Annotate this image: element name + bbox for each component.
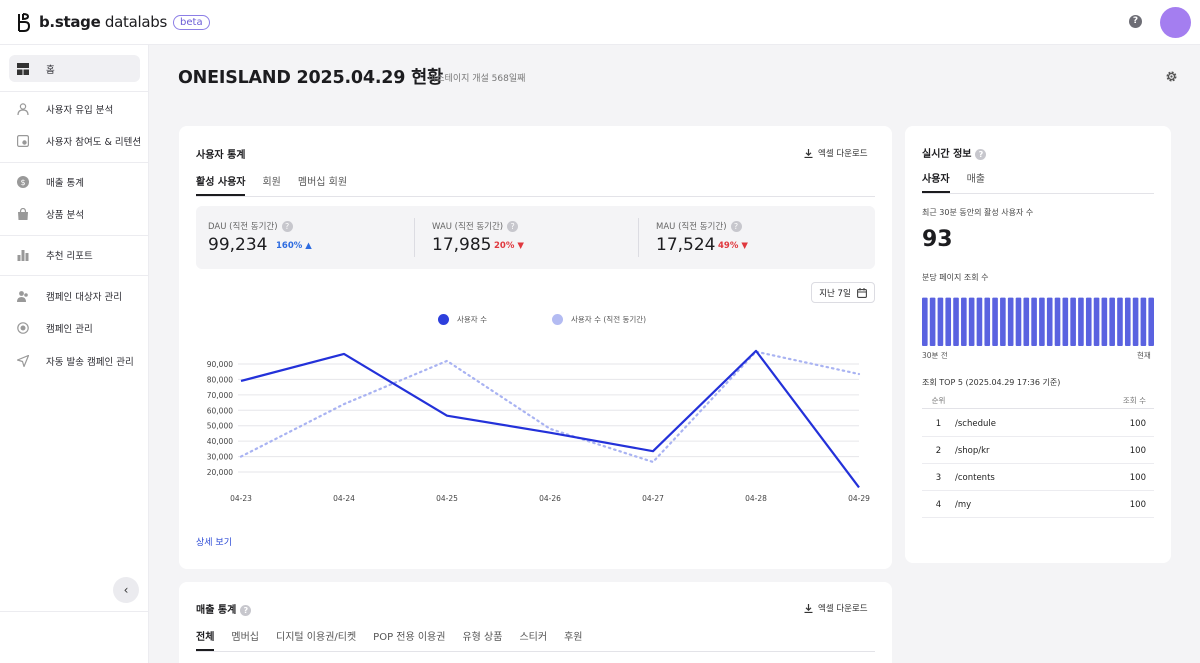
y-tick-label: 60,000 <box>207 406 233 415</box>
tab-sales-pop-pass[interactable]: POP 전용 이용권 <box>373 628 445 651</box>
excel-download-button[interactable]: 엑셀 다운로드 <box>804 602 868 614</box>
pageview-bar <box>937 297 944 346</box>
pageview-bar <box>992 297 998 346</box>
pageview-bar <box>1015 297 1022 346</box>
pageview-bar <box>929 297 936 346</box>
help-icon[interactable]: ? <box>240 604 252 616</box>
tab-realtime-users[interactable]: 사용자 <box>922 170 950 193</box>
y-tick-label: 30,000 <box>207 453 233 462</box>
help-icon[interactable]: ? <box>975 148 987 160</box>
realtime-title: 실시간 정보? <box>922 145 987 160</box>
pageview-bar <box>1148 297 1154 346</box>
table-row[interactable]: 1/schedule 100 <box>922 411 1154 437</box>
pageview-bar <box>1093 297 1100 346</box>
pageview-bar <box>1070 297 1076 346</box>
pageview-bar <box>1031 297 1037 346</box>
series-line-current <box>240 349 860 489</box>
pageview-bar <box>1117 297 1123 346</box>
pageview-bar-chart <box>922 297 1154 346</box>
pageview-bar <box>1078 297 1084 346</box>
pageview-bar <box>1023 297 1030 346</box>
x-tick-label: 04-29 <box>848 494 870 503</box>
y-tick-label: 80,000 <box>207 375 233 384</box>
tab-sales-sticker[interactable]: 스티커 <box>519 628 547 651</box>
pageview-bar <box>1046 297 1053 346</box>
bar-axis-end: 현재 <box>1137 351 1151 360</box>
pageview-caption: 분당 페이지 조회 수 <box>922 273 989 282</box>
pageview-bar <box>1085 297 1092 346</box>
y-tick-label: 40,000 <box>207 437 233 446</box>
pageview-bar <box>976 297 983 346</box>
x-tick-label: 04-23 <box>230 494 252 503</box>
pageview-bar <box>945 297 952 346</box>
x-tick-label: 04-26 <box>539 494 561 503</box>
tab-sales-digital-ticket[interactable]: 디지털 이용권/티켓 <box>276 628 356 651</box>
series-line-previous <box>239 350 861 464</box>
pageview-bar <box>1039 297 1045 346</box>
realtime-tabs: 사용자 매출 <box>922 170 1154 194</box>
pageview-bar <box>1140 297 1147 346</box>
top5-title: 조회 TOP 5 (2025.04.29 17:36 기준) <box>922 378 1061 387</box>
table-row[interactable]: 2/shop/kr 100 <box>922 438 1154 464</box>
x-tick-label: 04-24 <box>333 494 355 503</box>
pageview-bar <box>1054 297 1061 346</box>
pageview-bar <box>984 297 991 346</box>
pageview-bar <box>1101 297 1108 346</box>
pageview-bar <box>1007 297 1014 346</box>
active-users-caption: 최근 30분 동안의 활성 사용자 수 <box>922 208 1034 217</box>
x-tick-label: 04-28 <box>745 494 767 503</box>
tab-realtime-sales[interactable]: 매출 <box>967 170 985 193</box>
pageview-bar <box>922 297 928 346</box>
download-icon <box>804 603 813 613</box>
tab-sales-donation[interactable]: 후원 <box>564 628 582 651</box>
bar-axis-start: 30분 전 <box>922 351 948 360</box>
top5-header: 순위 조회 수 <box>922 393 1154 409</box>
x-tick-label: 04-27 <box>642 494 664 503</box>
pageview-bar <box>1000 297 1006 346</box>
sales-stats-tabs: 전체 멤버십 디지털 이용권/티켓 POP 전용 이용권 유형 상품 스티커 후… <box>196 628 875 652</box>
table-row[interactable]: 4/my 100 <box>922 492 1154 518</box>
tab-sales-physical-goods[interactable]: 유형 상품 <box>462 628 502 651</box>
pageview-bar <box>953 297 959 346</box>
y-tick-label: 50,000 <box>207 422 233 431</box>
tab-sales-all[interactable]: 전체 <box>196 628 215 651</box>
pageview-bar <box>1132 297 1139 346</box>
y-tick-label: 20,000 <box>207 468 233 477</box>
pageview-bar <box>1109 297 1115 346</box>
pageview-bar <box>961 297 967 346</box>
pageview-bar <box>968 297 975 346</box>
active-users-value: 93 <box>922 227 953 252</box>
pageview-bar <box>1062 297 1069 346</box>
detail-link[interactable]: 상세 보기 <box>196 535 232 548</box>
y-tick-label: 70,000 <box>207 391 233 400</box>
sales-stats-title: 매출 통계? <box>196 601 252 616</box>
y-tick-label: 90,000 <box>207 360 233 369</box>
tab-sales-membership[interactable]: 멤버십 <box>231 628 259 651</box>
pageview-bar <box>1124 297 1131 346</box>
x-tick-label: 04-25 <box>436 494 458 503</box>
table-row[interactable]: 3/contents 100 <box>922 465 1154 491</box>
